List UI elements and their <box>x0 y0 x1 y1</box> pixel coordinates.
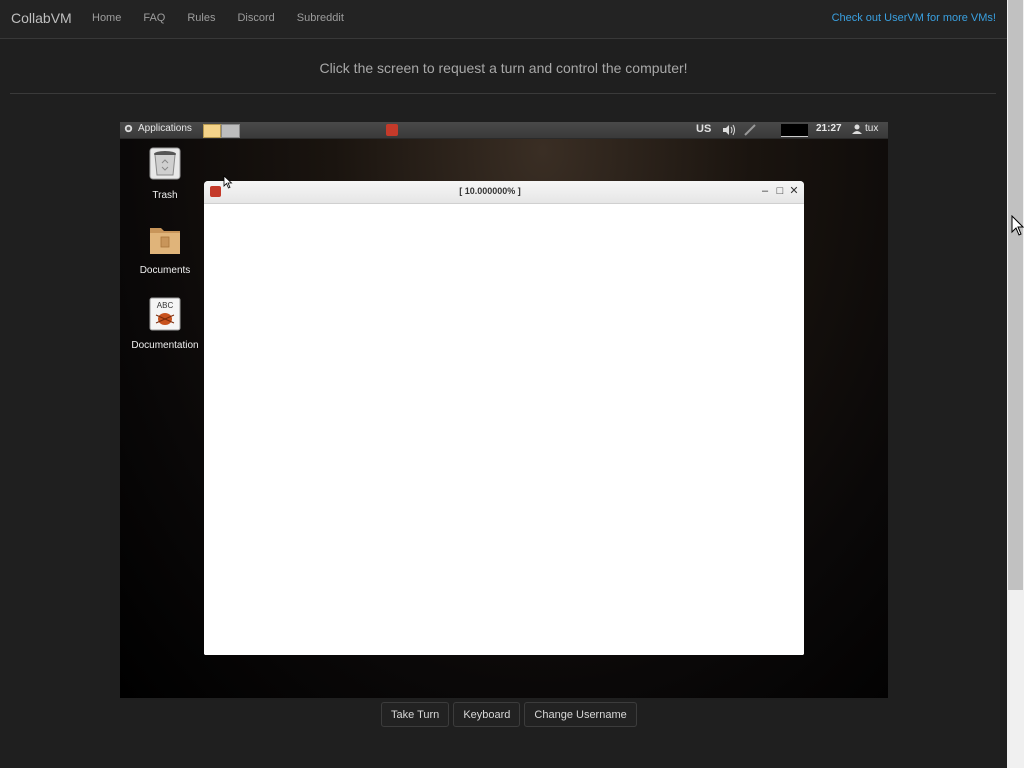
applications-menu[interactable]: Applications <box>123 123 192 134</box>
user-name: tux <box>865 123 879 134</box>
folder-icon <box>150 228 180 254</box>
vm-mouse-cursor-icon <box>223 175 233 189</box>
keyboard-button[interactable]: Keyboard <box>453 702 521 727</box>
keyboard-layout-indicator[interactable]: US <box>696 123 711 135</box>
xfce-mouse-icon <box>124 124 133 133</box>
page-scrollbar[interactable] <box>1007 0 1024 768</box>
desktop-icon-label: Documentation <box>131 340 199 351</box>
taskbar-app-icon[interactable] <box>386 124 398 136</box>
nav-link-rules[interactable]: Rules <box>187 12 215 24</box>
vm-screen[interactable]: Applications US 21:27 tux Trash Document… <box>120 122 888 698</box>
window-titlebar[interactable]: [ 10.000000% ] ‒ □ ✕ <box>204 181 804 204</box>
brand-logo[interactable]: CollabVM <box>11 10 72 26</box>
documentation-icon: ABC <box>149 297 181 331</box>
panel-clock[interactable]: 21:27 <box>816 123 842 134</box>
desktop-icon-label: Trash <box>152 190 178 201</box>
mouse-cursor-icon <box>1011 215 1024 236</box>
minimize-button[interactable]: ‒ <box>758 184 772 198</box>
volume-icon[interactable] <box>722 124 736 136</box>
scrollbar-thumb[interactable] <box>1008 0 1023 590</box>
xfce-top-panel: Applications US 21:27 tux <box>120 122 888 139</box>
turn-instructions: Click the screen to request a turn and c… <box>319 60 688 76</box>
user-menu[interactable]: tux <box>852 123 878 134</box>
nav-link-faq[interactable]: FAQ <box>143 12 165 24</box>
user-icon <box>852 124 862 134</box>
window-content[interactable] <box>204 204 804 655</box>
maximize-button[interactable]: □ <box>773 184 787 198</box>
close-button[interactable]: ✕ <box>787 184 801 198</box>
applications-label: Applications <box>138 123 192 134</box>
nav-link-subreddit[interactable]: Subreddit <box>297 12 344 24</box>
change-username-button[interactable]: Change Username <box>524 702 637 727</box>
desktop-icon-documentation[interactable]: ABC Documentation <box>125 297 205 351</box>
trash-icon <box>149 147 181 180</box>
nav-link-discord[interactable]: Discord <box>237 12 274 24</box>
desktop-icon-trash[interactable]: Trash <box>125 147 205 201</box>
top-navbar: CollabVM Home FAQ Rules Discord Subreddi… <box>0 0 1007 39</box>
vm-controls: Take Turn Keyboard Change Username <box>381 702 637 727</box>
uservm-promo-link[interactable]: Check out UserVM for more VMs! <box>832 12 996 24</box>
workspace-1[interactable] <box>203 124 221 138</box>
workspace-2[interactable] <box>221 124 240 138</box>
take-turn-button[interactable]: Take Turn <box>381 702 450 727</box>
nav-link-home[interactable]: Home <box>92 12 121 24</box>
svg-text:ABC: ABC <box>157 301 174 310</box>
window-title: [ 10.000000% ] <box>459 186 521 196</box>
desktop-icon-documents[interactable]: Documents <box>125 222 205 276</box>
cpu-graph <box>781 124 808 137</box>
divider <box>10 93 996 94</box>
network-icon[interactable] <box>743 124 757 136</box>
app-window[interactable]: [ 10.000000% ] ‒ □ ✕ <box>204 181 804 655</box>
nav-links: Home FAQ Rules Discord Subreddit <box>92 12 366 24</box>
desktop-icon-label: Documents <box>139 265 191 276</box>
